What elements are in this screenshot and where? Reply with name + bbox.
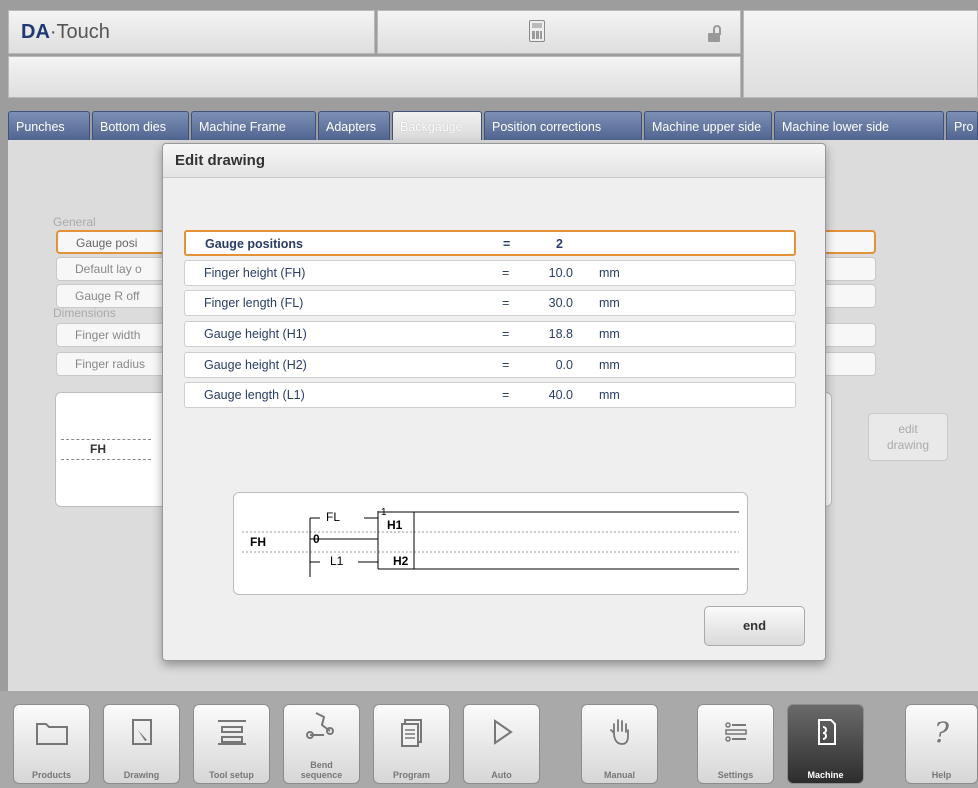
nav-label: Bend sequence	[300, 760, 343, 780]
row-equals: =	[503, 237, 511, 251]
row-label: Finger length (FL)	[204, 296, 304, 310]
row-gauge-height-h2[interactable]: Gauge height (H2) = 0.0 mm	[184, 352, 796, 378]
folder-icon	[14, 717, 89, 754]
dialog-title: Edit drawing	[163, 144, 825, 178]
nav-drawing-button[interactable]: Drawing	[103, 704, 180, 784]
row-value[interactable]: 10.0	[527, 266, 573, 280]
nav-label: Drawing	[123, 770, 160, 780]
nav-label: Auto	[491, 770, 512, 780]
preview-fh-label: FH	[90, 442, 106, 456]
tab-more[interactable]: Pro	[946, 111, 978, 141]
gauge-drawing: FH FL 1 H1 0 L1 H2	[233, 492, 748, 595]
tab-bottom-dies[interactable]: Bottom dies	[92, 111, 189, 141]
status-bar-right	[743, 10, 978, 98]
row-value[interactable]: 0.0	[527, 358, 573, 372]
tab-machine-upper-side[interactable]: Machine upper side	[644, 111, 772, 141]
gauge-drawing-lines	[242, 511, 739, 577]
settings-icon	[698, 717, 773, 754]
tab-machine-lower-side[interactable]: Machine lower side	[774, 111, 944, 141]
edit-drawing-button[interactable]: edit drawing	[868, 413, 948, 461]
hand-icon	[582, 717, 657, 754]
drawing-l1-label: L1	[330, 554, 344, 568]
nav-manual-button[interactable]: Manual	[581, 704, 658, 784]
row-unit: mm	[599, 266, 620, 280]
nav-label: Products	[31, 770, 71, 780]
drawing-fl-label: FL	[326, 510, 341, 524]
tool-setup-icon	[194, 717, 269, 754]
nav-bend-sequence-button[interactable]: Bend sequence	[283, 704, 360, 784]
nav-products-button[interactable]: Products	[13, 704, 90, 784]
nav-settings-button[interactable]: Settings	[697, 704, 774, 784]
row-unit: mm	[599, 358, 620, 372]
end-button[interactable]: end	[704, 606, 805, 646]
tab-punches[interactable]: Punches	[8, 111, 90, 141]
drawing-zero-label: 0	[313, 532, 320, 546]
machine-icon	[788, 717, 863, 754]
nav-label: Machine	[807, 770, 844, 780]
row-equals: =	[502, 388, 510, 402]
row-gauge-positions[interactable]: Gauge positions = 2	[184, 230, 796, 256]
nav-label: Manual	[603, 770, 635, 780]
row-value[interactable]: 2	[556, 237, 563, 251]
row-unit: mm	[599, 388, 620, 402]
app-logo: DA·Touch	[21, 21, 110, 43]
bend-sequence-icon	[284, 709, 359, 746]
row-gauge-height-h1[interactable]: Gauge height (H1) = 18.8 mm	[184, 321, 796, 347]
nav-label: Help	[931, 770, 952, 780]
nav-label: Program	[392, 770, 430, 780]
row-label: Gauge positions	[205, 237, 303, 251]
screen: DA·Touch Punches Bottom dies Machine Fra…	[0, 0, 978, 788]
row-value[interactable]: 30.0	[527, 296, 573, 310]
tab-backgauge[interactable]: Backgauge	[392, 111, 482, 141]
row-equals: =	[502, 266, 510, 280]
nav-program-button[interactable]: Program	[373, 704, 450, 784]
tab-position-corrections[interactable]: Position corrections	[484, 111, 642, 141]
row-gauge-length[interactable]: Gauge length (L1) = 40.0 mm	[184, 382, 796, 408]
program-icon	[374, 717, 449, 754]
nav-label: Tool setup	[209, 770, 254, 780]
nav-help-button[interactable]: ? Help	[905, 704, 978, 784]
drawing-fh-label: FH	[250, 535, 266, 549]
row-label: Gauge height (H1)	[204, 327, 307, 341]
row-equals: =	[502, 296, 510, 310]
nav-machine-button[interactable]: Machine	[787, 704, 864, 784]
tab-machine-frame[interactable]: Machine Frame	[191, 111, 316, 141]
calculator-icon[interactable]	[529, 20, 545, 42]
row-finger-height[interactable]: Finger height (FH) = 10.0 mm	[184, 260, 796, 286]
row-value[interactable]: 18.8	[527, 327, 573, 341]
title-bar: DA·Touch	[8, 10, 375, 54]
tab-adapters[interactable]: Adapters	[318, 111, 390, 141]
drawing-h2-label: H2	[393, 554, 409, 568]
nav-tool-setup-button[interactable]: Tool setup	[193, 704, 270, 784]
row-equals: =	[502, 358, 510, 372]
nav-auto-button[interactable]: Auto	[463, 704, 540, 784]
drawing-h1-label: H1	[387, 518, 403, 532]
help-icon: ?	[933, 716, 949, 749]
drawing-one-label: 1	[381, 507, 387, 518]
message-bar	[8, 56, 741, 98]
row-label: Finger height (FH)	[204, 266, 306, 280]
row-label: Gauge length (L1)	[204, 388, 305, 402]
unlock-icon[interactable]	[708, 25, 722, 43]
row-equals: =	[502, 327, 510, 341]
dimensions-group-label: Dimensions	[53, 306, 116, 320]
nav-label: Settings	[717, 770, 754, 780]
row-finger-length[interactable]: Finger length (FL) = 30.0 mm	[184, 290, 796, 316]
play-icon	[464, 717, 539, 754]
row-label: Gauge height (H2)	[204, 358, 307, 372]
status-bar-center	[377, 10, 741, 54]
general-group-label: General	[53, 215, 96, 229]
row-unit: mm	[599, 327, 620, 341]
row-value[interactable]: 40.0	[527, 388, 573, 402]
drawing-icon	[104, 717, 179, 754]
row-unit: mm	[599, 296, 620, 310]
edit-drawing-dialog: Edit drawing Gauge positions = 2 Finger …	[162, 143, 826, 661]
